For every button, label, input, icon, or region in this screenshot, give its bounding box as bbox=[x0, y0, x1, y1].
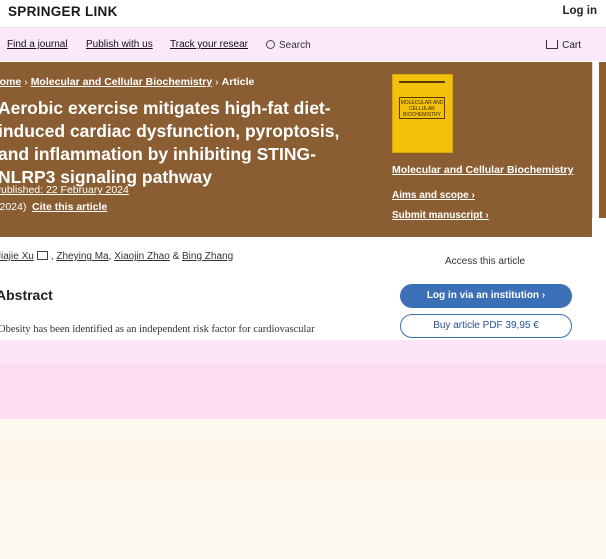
search-icon bbox=[266, 40, 275, 49]
breadcrumb-home[interactable]: Home bbox=[0, 76, 21, 88]
publish-link[interactable]: Publish with us bbox=[86, 39, 153, 50]
institution-login-button[interactable]: Log in via an institution › bbox=[400, 284, 572, 308]
submit-manuscript-link[interactable]: Submit manuscript › bbox=[392, 210, 489, 221]
track-research-link[interactable]: Track your research bbox=[170, 39, 248, 50]
top-header: SPRINGER LINK Log in bbox=[0, 0, 606, 28]
institution-login-label: Log in via an institution bbox=[426, 290, 540, 301]
find-journal-link[interactable]: Find a journal bbox=[7, 39, 68, 50]
article-hero: Home›Molecular and Cellular Biochemistry… bbox=[0, 62, 592, 237]
breadcrumb-separator: › bbox=[24, 76, 28, 88]
search-link[interactable]: Search bbox=[266, 39, 311, 51]
overlay-band bbox=[0, 340, 606, 364]
author-link[interactable]: Xiaojin Zhao bbox=[114, 251, 170, 262]
right-panel-edge bbox=[592, 62, 606, 218]
author-link[interactable]: Zheying Ma bbox=[56, 251, 108, 262]
right-panel-sliver bbox=[599, 62, 606, 218]
cart-label: Cart bbox=[562, 40, 581, 51]
aims-scope-link[interactable]: Aims and scope › bbox=[392, 190, 475, 201]
access-heading: Access this article bbox=[445, 256, 526, 267]
submit-manuscript-label: Submit manuscript bbox=[392, 210, 483, 221]
author-list: Jiajie Xu, Zheying Ma, Xiaojin Zhao & Bi… bbox=[0, 250, 233, 262]
journal-cover[interactable]: MOLECULAR AND CELLULAR BIOCHEMISTRY bbox=[392, 74, 453, 153]
search-label: Search bbox=[279, 40, 311, 51]
login-link[interactable]: Log in bbox=[563, 5, 598, 17]
overlay-band bbox=[0, 364, 606, 419]
article-title: Aerobic exercise mitigates high-fat diet… bbox=[0, 98, 340, 187]
buy-pdf-button[interactable]: Buy article PDF 39,95 € bbox=[400, 314, 572, 338]
journal-name-link[interactable]: Molecular and Cellular Biochemistry bbox=[392, 164, 573, 176]
aims-scope-label: Aims and scope bbox=[392, 190, 469, 201]
cover-rule bbox=[399, 81, 445, 83]
author-ampersand: & bbox=[172, 251, 180, 262]
cite-article-link[interactable]: Cite this article bbox=[32, 201, 107, 213]
secondary-nav: Find a journal Publish with us Track you… bbox=[0, 28, 606, 61]
breadcrumb-separator: › bbox=[215, 76, 219, 88]
cart-icon bbox=[546, 40, 559, 49]
mail-icon[interactable] bbox=[36, 251, 48, 260]
cover-title: MOLECULAR AND CELLULAR BIOCHEMISTRY bbox=[399, 97, 445, 119]
breadcrumb: Home›Molecular and Cellular Biochemistry… bbox=[0, 76, 254, 88]
breadcrumb-current: Article bbox=[221, 76, 255, 88]
springer-link-logo[interactable]: SPRINGER LINK bbox=[8, 4, 118, 19]
abstract-heading: Abstract bbox=[0, 287, 53, 303]
author-link[interactable]: Jiajie Xu bbox=[0, 251, 34, 262]
published-date: Published: 22 February 2024 bbox=[0, 184, 129, 196]
author-link[interactable]: Bing Zhang bbox=[182, 251, 233, 262]
breadcrumb-journal[interactable]: Molecular and Cellular Biochemistry bbox=[31, 76, 212, 88]
article-year: (2024) bbox=[0, 201, 27, 213]
overlay-band bbox=[0, 440, 606, 480]
cart-link[interactable]: Cart bbox=[546, 39, 581, 51]
